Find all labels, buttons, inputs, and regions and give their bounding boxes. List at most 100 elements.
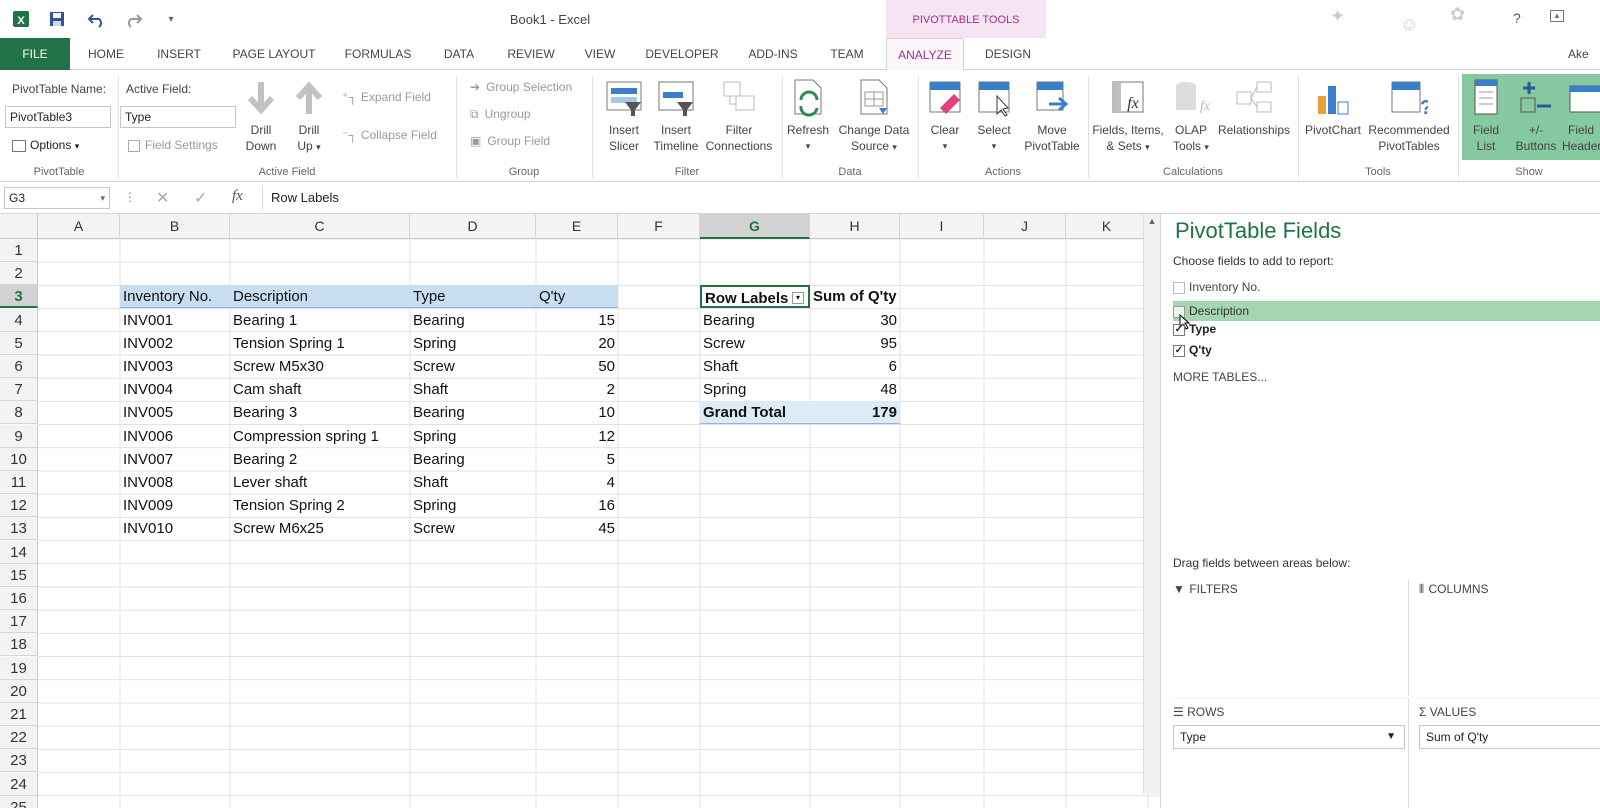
- recommended-pivottables-button[interactable]: ? Recommended PivotTables: [1366, 76, 1452, 154]
- table-cell[interactable]: INV010: [120, 517, 230, 540]
- tab-design[interactable]: DESIGN: [974, 38, 1042, 70]
- help-button[interactable]: ?: [1513, 10, 1521, 26]
- tab-view[interactable]: VIEW: [578, 38, 622, 70]
- refresh-button[interactable]: Refresh ▾: [786, 76, 830, 154]
- collapse-field-button[interactable]: ⁻┐ Collapse Field: [342, 128, 437, 142]
- column-header-e[interactable]: E: [536, 214, 618, 239]
- table-header-cell[interactable]: Q'ty: [536, 285, 618, 309]
- table-cell[interactable]: 15: [536, 309, 618, 332]
- group-field-button[interactable]: ▣ Group Field: [470, 134, 550, 148]
- table-cell[interactable]: Bearing: [410, 401, 536, 424]
- pivot-row-label[interactable]: Bearing: [700, 309, 810, 332]
- filter-connections-button[interactable]: Filter Connections: [704, 76, 774, 154]
- table-cell[interactable]: INV005: [120, 401, 230, 424]
- checkbox-checked[interactable]: ✓: [1173, 323, 1185, 336]
- group-selection-button[interactable]: ➔ Group Selection: [470, 80, 572, 94]
- field-settings-button[interactable]: Field Settings: [128, 138, 218, 152]
- pivot-header-sum-qty[interactable]: Sum of Q'ty: [810, 285, 900, 308]
- pivot-row-label[interactable]: Screw: [700, 332, 810, 355]
- table-header-cell[interactable]: Description: [230, 285, 410, 309]
- table-cell[interactable]: INV009: [120, 494, 230, 517]
- tab-developer[interactable]: DEVELOPER: [640, 38, 724, 70]
- row-header-5[interactable]: 5: [0, 331, 38, 355]
- row-header-24[interactable]: 24: [0, 772, 38, 796]
- row-header-6[interactable]: 6: [0, 355, 38, 378]
- table-cell[interactable]: Spring: [410, 494, 536, 517]
- table-cell[interactable]: Bearing 2: [230, 448, 410, 471]
- pivot-row-value[interactable]: 48: [810, 378, 900, 401]
- more-tables-link[interactable]: MORE TABLES...: [1173, 370, 1267, 384]
- row-header-16[interactable]: 16: [0, 587, 38, 610]
- table-cell[interactable]: Shaft: [410, 471, 536, 494]
- table-cell[interactable]: INV007: [120, 448, 230, 471]
- row-header-15[interactable]: 15: [0, 563, 38, 587]
- fields-items-sets-button[interactable]: fx Fields, Items, & Sets ▾: [1090, 76, 1166, 155]
- tab-add-ins[interactable]: ADD-INS: [742, 38, 804, 70]
- column-header-a[interactable]: A: [38, 214, 120, 239]
- table-cell[interactable]: Lever shaft: [230, 471, 410, 494]
- column-header-h[interactable]: H: [810, 214, 900, 239]
- drill-down-button[interactable]: Drill Down: [240, 76, 282, 154]
- row-header-11[interactable]: 11: [0, 471, 38, 494]
- column-header-g[interactable]: G: [700, 214, 810, 239]
- filter-dropdown-icon[interactable]: ▾: [792, 292, 804, 305]
- pivot-grand-total-label[interactable]: Grand Total: [700, 401, 810, 425]
- row-header-8[interactable]: 8: [0, 401, 38, 425]
- table-cell[interactable]: Screw: [410, 517, 536, 540]
- tab-home[interactable]: HOME: [80, 38, 132, 70]
- row-header-18[interactable]: 18: [0, 633, 38, 657]
- pivot-row-value[interactable]: 95: [810, 332, 900, 355]
- expand-field-button[interactable]: ⁺┐ Expand Field: [342, 90, 431, 104]
- pivot-grand-total-value[interactable]: 179: [810, 401, 900, 425]
- scroll-up-icon[interactable]: ▲: [1144, 216, 1160, 226]
- tab-page-layout[interactable]: PAGE LAYOUT: [224, 38, 324, 70]
- cancel-icon[interactable]: ✕: [156, 188, 169, 208]
- table-header-cell[interactable]: Inventory No.: [120, 285, 230, 309]
- pivot-row-label[interactable]: Spring: [700, 378, 810, 401]
- row-header-7[interactable]: 7: [0, 378, 38, 402]
- tab-file[interactable]: FILE: [0, 38, 70, 70]
- row-header-13[interactable]: 13: [0, 517, 38, 541]
- column-header-c[interactable]: C: [230, 214, 410, 239]
- row-header-4[interactable]: 4: [0, 308, 38, 332]
- pivottable-name-input[interactable]: PivotTable3: [5, 106, 111, 128]
- table-cell[interactable]: INV003: [120, 355, 230, 378]
- tab-team[interactable]: TEAM: [822, 38, 872, 70]
- insert-slicer-button[interactable]: Insert Slicer: [600, 76, 648, 154]
- row-header-14[interactable]: 14: [0, 540, 38, 564]
- field-item-description[interactable]: Description: [1173, 301, 1600, 321]
- table-cell[interactable]: 12: [536, 425, 618, 448]
- table-cell[interactable]: INV006: [120, 425, 230, 448]
- plus-minus-buttons-button[interactable]: +/- Buttons: [1510, 76, 1562, 154]
- field-item-type[interactable]: ✓ Type: [1173, 322, 1216, 336]
- pivot-row-value[interactable]: 6: [810, 355, 900, 378]
- checkbox[interactable]: [1173, 281, 1185, 294]
- olap-tools-button[interactable]: fx OLAP Tools ▾: [1170, 76, 1212, 155]
- columns-area[interactable]: ⫴ COLUMNS: [1419, 580, 1600, 696]
- table-cell[interactable]: Bearing 3: [230, 401, 410, 424]
- column-header-j[interactable]: J: [984, 214, 1066, 239]
- row-header-12[interactable]: 12: [0, 494, 38, 518]
- formula-input[interactable]: Row Labels: [262, 187, 1162, 209]
- row-header-19[interactable]: 19: [0, 656, 38, 680]
- row-header-22[interactable]: 22: [0, 726, 38, 750]
- filters-area[interactable]: ▼ FILTERS: [1173, 580, 1409, 696]
- table-cell[interactable]: INV002: [120, 332, 230, 355]
- table-cell[interactable]: Screw M6x25: [230, 517, 410, 540]
- relationships-button[interactable]: Relationships: [1214, 76, 1294, 138]
- select-button[interactable]: Select ▾: [972, 76, 1016, 154]
- move-pivottable-button[interactable]: Move PivotTable: [1020, 76, 1084, 154]
- table-cell[interactable]: INV004: [120, 378, 230, 401]
- table-cell[interactable]: 5: [536, 448, 618, 471]
- table-cell[interactable]: 50: [536, 355, 618, 378]
- name-box[interactable]: G3 ▾: [4, 187, 110, 209]
- row-header-21[interactable]: 21: [0, 703, 38, 726]
- values-field-sum-qty[interactable]: Sum of Q'ty: [1419, 725, 1600, 749]
- pivot-row-label[interactable]: Shaft: [700, 355, 810, 378]
- clear-button[interactable]: Clear ▾: [924, 76, 966, 154]
- tab-data[interactable]: DATA: [436, 38, 482, 70]
- table-cell[interactable]: Bearing: [410, 309, 536, 332]
- row-header-1[interactable]: 1: [0, 239, 38, 262]
- values-area[interactable]: Σ VALUES Sum of Q'ty: [1419, 698, 1600, 808]
- table-cell[interactable]: Bearing 1: [230, 309, 410, 332]
